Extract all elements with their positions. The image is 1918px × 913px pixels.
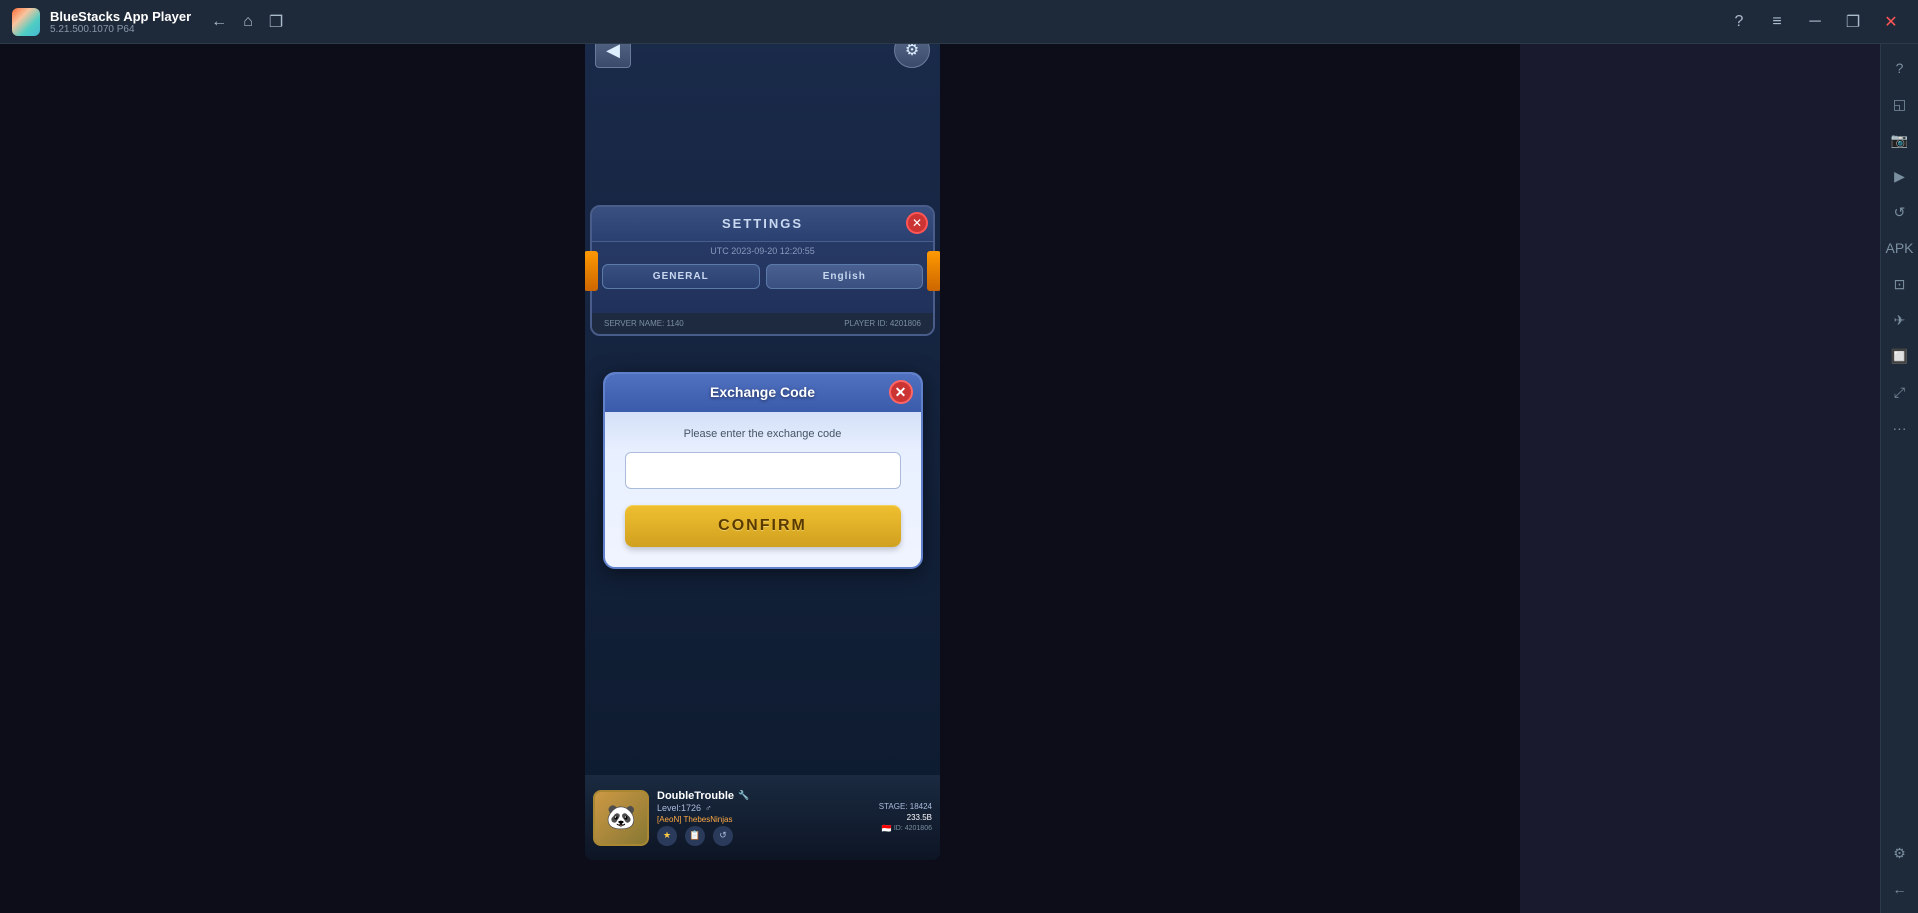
- game-area: ◀ ⚙ SETTINGS ✕ UTC 2023-09-20 12:20:55 G…: [585, 20, 940, 860]
- sidebar-icon-screenshot[interactable]: ⊡: [1884, 268, 1916, 300]
- settings-tab-general[interactable]: GENERAL: [602, 264, 760, 289]
- player-btn-scroll[interactable]: 📋: [685, 826, 705, 846]
- restore-button[interactable]: ❐: [1838, 7, 1868, 37]
- sidebar-icon-rotate[interactable]: ↺: [1884, 196, 1916, 228]
- player-flag: 🇮🇩: [882, 824, 892, 833]
- player-name: DoubleTrouble: [657, 790, 734, 802]
- exchange-close-button[interactable]: ✕: [889, 380, 913, 404]
- orange-deco-right: [927, 251, 940, 291]
- settings-tabs: GENERAL English: [592, 260, 933, 297]
- settings-title-bar: SETTINGS ✕: [592, 207, 933, 242]
- nav-controls: ← ⌂ ❐: [211, 12, 283, 32]
- settings-tab-language[interactable]: English: [766, 264, 924, 289]
- menu-button[interactable]: ≡: [1762, 7, 1792, 37]
- dialog-overlay: Exchange Code ✕ Please enter the exchang…: [585, 362, 940, 372]
- sidebar-icon-screen[interactable]: ◱: [1884, 88, 1916, 120]
- player-name-icon: 🔧: [738, 790, 749, 801]
- sidebar-icon-drone[interactable]: ✈: [1884, 304, 1916, 336]
- app-name: BlueStacks App Player: [50, 9, 191, 24]
- player-gender: ♂: [705, 803, 712, 813]
- player-area: 🐼 DoubleTrouble 🔧 Level:1726 ♂ [AeoN] Th…: [585, 775, 940, 860]
- settings-panel: SETTINGS ✕ UTC 2023-09-20 12:20:55 GENER…: [590, 205, 935, 336]
- sidebar-icon-more[interactable]: ···: [1884, 412, 1916, 444]
- close-button[interactable]: ✕: [1876, 7, 1906, 37]
- confirm-button[interactable]: CONFIRM: [625, 505, 901, 547]
- settings-body: Exchange Code ✕ Please enter the exchang…: [592, 297, 933, 313]
- sidebar-icon-collapse[interactable]: ←: [1884, 873, 1916, 905]
- exchange-instruction: Please enter the exchange code: [625, 428, 901, 440]
- sidebar-icon-settings[interactable]: ⚙: [1884, 837, 1916, 869]
- sidebar-icon-resize[interactable]: ⤢: [1884, 376, 1916, 408]
- sidebar-icon-video[interactable]: ▶: [1884, 160, 1916, 192]
- exchange-body: Please enter the exchange code CONFIRM: [605, 412, 921, 567]
- exchange-title-bar: Exchange Code ✕: [605, 374, 921, 412]
- player-avatar: 🐼: [593, 790, 649, 846]
- exchange-title: Exchange Code: [710, 384, 815, 400]
- settings-datetime: UTC 2023-09-20 12:20:55: [592, 242, 933, 260]
- exchange-code-input[interactable]: [625, 452, 901, 489]
- sidebar-icon-cam2[interactable]: 🔲: [1884, 340, 1916, 372]
- window-controls: ? ≡ ─ ❐ ✕: [1724, 7, 1906, 37]
- exchange-dialog: Exchange Code ✕ Please enter the exchang…: [603, 372, 923, 569]
- player-power: 233.5B: [907, 813, 932, 822]
- player-id-text: ID: 4201806: [894, 825, 932, 832]
- server-name: SERVER NAME: 1140: [604, 319, 684, 328]
- sidebar-icon-help[interactable]: ?: [1884, 52, 1916, 84]
- sidebar-icon-camera[interactable]: 📷: [1884, 124, 1916, 156]
- app-logo: [12, 8, 40, 36]
- settings-title: SETTINGS: [722, 216, 803, 231]
- minimize-button[interactable]: ─: [1800, 7, 1830, 37]
- settings-footer: SERVER NAME: 1140 PLAYER ID: 4201806: [592, 313, 933, 334]
- home-button[interactable]: ⌂: [243, 13, 253, 31]
- app-version: 5.21.500.1070 P64: [50, 24, 191, 35]
- orange-deco-left: [585, 251, 598, 291]
- player-btn-refresh[interactable]: ↺: [713, 826, 733, 846]
- right-sidebar: ? ◱ 📷 ▶ ↺ APK ⊡ ✈ 🔲 ⤢ ··· ⚙ ←: [1880, 44, 1918, 913]
- player-stats: STAGE: 18424 233.5B 🇮🇩 ID: 4201806: [879, 802, 932, 833]
- title-bar: BlueStacks App Player 5.21.500.1070 P64 …: [0, 0, 1918, 44]
- back-button[interactable]: ←: [211, 13, 227, 31]
- settings-close-button[interactable]: ✕: [906, 212, 928, 234]
- player-guild: [AeoN] ThebesNinjas: [657, 815, 871, 824]
- help-button[interactable]: ?: [1724, 7, 1754, 37]
- player-btn-star[interactable]: ★: [657, 826, 677, 846]
- player-id: PLAYER ID: 4201806: [844, 319, 921, 328]
- player-info: DoubleTrouble 🔧 Level:1726 ♂ [AeoN] Theb…: [657, 790, 871, 846]
- sidebar-icon-apk[interactable]: APK: [1884, 232, 1916, 264]
- player-stage: STAGE: 18424: [879, 802, 932, 811]
- player-level: Level:1726: [657, 803, 701, 813]
- copy-button[interactable]: ❐: [269, 12, 283, 32]
